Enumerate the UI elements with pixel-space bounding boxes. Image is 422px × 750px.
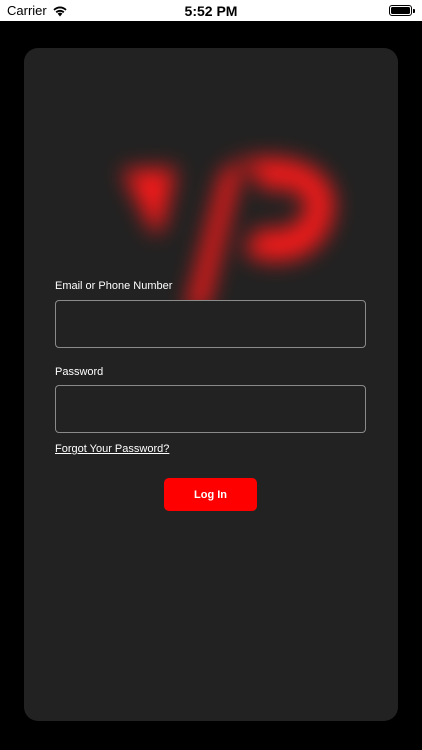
login-card: Email or Phone Number Password Forgot Yo… xyxy=(24,48,398,721)
login-button[interactable]: Log In xyxy=(164,478,257,511)
email-label: Email or Phone Number xyxy=(55,280,173,292)
wifi-icon xyxy=(53,5,67,16)
forgot-password-link[interactable]: Forgot Your Password? xyxy=(55,443,169,455)
status-bar: Carrier 5:52 PM xyxy=(0,0,422,21)
password-input[interactable] xyxy=(55,385,366,433)
password-label: Password xyxy=(55,366,104,378)
battery-icon xyxy=(389,5,415,16)
email-input[interactable] xyxy=(55,300,366,348)
status-left: Carrier xyxy=(7,3,68,18)
carrier-label: Carrier xyxy=(7,3,47,18)
